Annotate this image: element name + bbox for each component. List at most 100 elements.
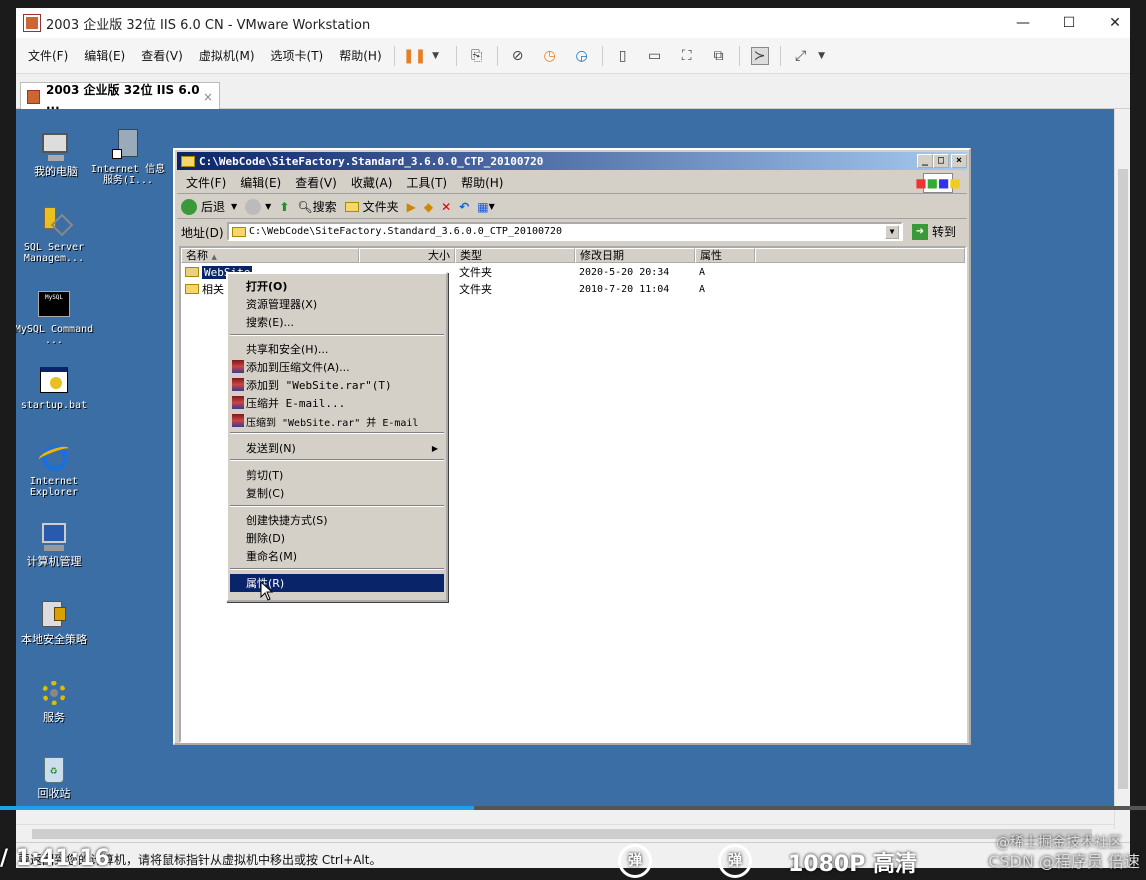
address-input[interactable]: C:\WebCode\SiteFactory.Standard_3.6.0.0_… [227,222,903,241]
context-item-create-shortcut[interactable]: 创建快捷方式(S) [230,511,444,529]
video-progress-fill [0,806,475,810]
views-icon: ▦ [477,199,489,214]
tab-bar: 2003 企业版 32位 IIS 6.0 ... × [16,74,1130,112]
unity-icon[interactable]: ⧉ [710,47,728,65]
folder-icon [181,155,195,167]
context-item-search[interactable]: 搜索(E)... [230,313,444,331]
context-item-rename[interactable]: 重命名(M) [230,547,444,565]
address-label: 地址(D) [181,225,224,240]
copy-to-button[interactable]: ◆ [420,200,437,214]
context-item-send-to[interactable]: 发送到(N) ▶ [230,439,444,457]
vmware-menu-bar: 文件(F) 编辑(E) 查看(V) 虚拟机(M) 选项卡(T) 帮助(H) ❚❚… [16,38,1130,74]
forward-arrow-icon [245,198,262,215]
danmu-settings-icon[interactable]: 弹 [718,844,752,878]
desktop-icon-security-policy[interactable]: 本地安全策略 [16,599,94,645]
desktop-icon-my-computer[interactable]: 我的电脑 [16,131,96,177]
close-button[interactable]: ✕ [1092,8,1138,38]
context-item-copy[interactable]: 复制(C) [230,484,444,502]
sidebar-toggle-icon[interactable]: ▯ [614,47,632,65]
explorer-menu-help[interactable]: 帮助(H) [454,174,510,191]
menu-edit[interactable]: 编辑(E) [76,47,133,64]
context-item-add-archive[interactable]: 添加到压缩文件(A)... [230,358,444,376]
console-icon[interactable]: ≻ [750,46,769,65]
context-item-add-to-rar[interactable]: 添加到 "WebSite.rar"(T) [230,376,444,394]
menu-tabs[interactable]: 选项卡(T) [263,47,332,64]
address-dropdown-icon[interactable]: ▼ [885,225,899,239]
folders-button[interactable]: 文件夹 [341,198,403,215]
desktop-icon-iis[interactable]: Internet 信息服务(I... [88,129,168,186]
folder-icon [185,284,199,294]
desktop-icon-internet-explorer[interactable]: Internet Explorer [16,441,94,498]
desktop-icon-services[interactable]: 服务 [16,677,94,723]
explorer-menu-edit[interactable]: 编辑(E) [233,174,288,191]
views-button[interactable]: ▦ ▼ [473,200,499,214]
chevron-down-icon[interactable]: ▼ [427,47,445,65]
desktop-icon-mysql[interactable]: MySQL MySQL Command ... [16,289,94,346]
snapshot-revert-icon[interactable]: ◷ [541,47,559,65]
search-icon: 🔍︎ [297,199,313,214]
stretch-icon[interactable]: ⤢ [792,47,810,65]
explorer-menu-tools[interactable]: 工具(T) [399,174,454,191]
menu-file[interactable]: 文件(F) [20,47,76,64]
context-item-compress-email[interactable]: 压缩并 E-mail... [230,394,444,412]
column-type[interactable]: 类型 [455,248,575,263]
explorer-menu-view[interactable]: 查看(V) [288,174,344,191]
pause-icon[interactable]: ❚❚ [403,47,426,65]
video-progress-bar[interactable] [0,806,1146,810]
back-button[interactable]: 后退 ▼ [177,198,241,215]
fullscreen-icon[interactable]: ⛶ [678,47,696,65]
chevron-down-icon: ▼ [265,202,272,211]
menu-view[interactable]: 查看(V) [133,47,191,64]
tab-close-icon[interactable]: × [203,90,213,104]
up-arrow-icon: ⬆ [279,199,290,214]
quality-selector[interactable]: 1080P 高清 [788,846,917,878]
column-size[interactable]: 大小 [359,248,455,263]
context-item-open[interactable]: 打开(O) [230,277,444,295]
context-item-cut[interactable]: 剪切(T) [230,466,444,484]
tab-vm[interactable]: 2003 企业版 32位 IIS 6.0 ... × [20,82,220,112]
explorer-title: C:\WebCode\SiteFactory.Standard_3.6.0.0_… [199,154,544,168]
delete-button[interactable]: ✕ [437,200,455,214]
snapshot-disabled-icon[interactable]: ⊘ [509,47,527,65]
maximize-button[interactable]: ☐ [1046,8,1092,38]
column-modified[interactable]: 修改日期 [575,248,695,263]
search-button[interactable]: 🔍︎ 搜索 [293,198,340,215]
winrar-icon [232,414,244,427]
guest-desktop[interactable]: 我的电脑 Internet 信息服务(I... SQL Server Manag… [16,109,1114,809]
go-button[interactable]: ➜ 转到 [912,222,964,241]
chevron-down-icon: ▼ [488,202,495,211]
chevron-down-icon[interactable]: ▼ [813,47,831,65]
menu-help[interactable]: 帮助(H) [331,47,389,64]
context-item-delete[interactable]: 删除(D) [230,529,444,547]
row-attributes: A [699,266,706,278]
desktop-icon-computer-management[interactable]: 计算机管理 [16,521,94,567]
move-to-button[interactable]: ▶ [403,200,420,214]
menu-vm[interactable]: 虚拟机(M) [191,47,263,64]
iis-icon [112,129,144,161]
send-ctrl-alt-del-icon[interactable]: ⎘ [468,47,486,65]
up-folder-button[interactable]: ⬆ [275,200,293,214]
context-item-explore[interactable]: 资源管理器(X) [230,295,444,313]
toolbar-separator [779,45,781,66]
desktop-icon-startup-bat[interactable]: startup.bat [16,365,94,411]
scrollbar-thumb[interactable] [1118,169,1128,789]
explorer-menu-favorites[interactable]: 收藏(A) [344,174,400,191]
context-item-compress-rar-email[interactable]: 压缩到 "WebSite.rar" 并 E-mail [230,412,444,430]
thumbnail-bar-icon[interactable]: ▭ [646,47,664,65]
danmu-toggle-icon[interactable]: 弹 [618,844,652,878]
context-item-sharing[interactable]: 共享和安全(H)... [230,340,444,358]
column-name[interactable]: 名称 ▲ [181,248,359,263]
explorer-menu-file[interactable]: 文件(F) [179,174,233,191]
snapshot-manager-icon[interactable]: ◶ [573,47,591,65]
column-attributes[interactable]: 属性 [695,248,755,263]
go-arrow-icon: ➜ [912,223,928,240]
desktop-icon-sql-server[interactable]: SQL Server Managem... [16,207,94,264]
desktop-icon-recycle-bin[interactable]: ♻ 回收站 [16,753,94,799]
explorer-maximize-button[interactable]: □ [933,154,949,168]
vertical-scrollbar[interactable] [1114,109,1130,829]
forward-button[interactable]: ▼ [241,198,275,215]
explorer-close-button[interactable]: × [951,154,967,168]
minimize-button[interactable]: — [1000,8,1046,38]
explorer-minimize-button[interactable]: _ [917,154,933,168]
undo-button[interactable]: ↶ [455,200,473,214]
